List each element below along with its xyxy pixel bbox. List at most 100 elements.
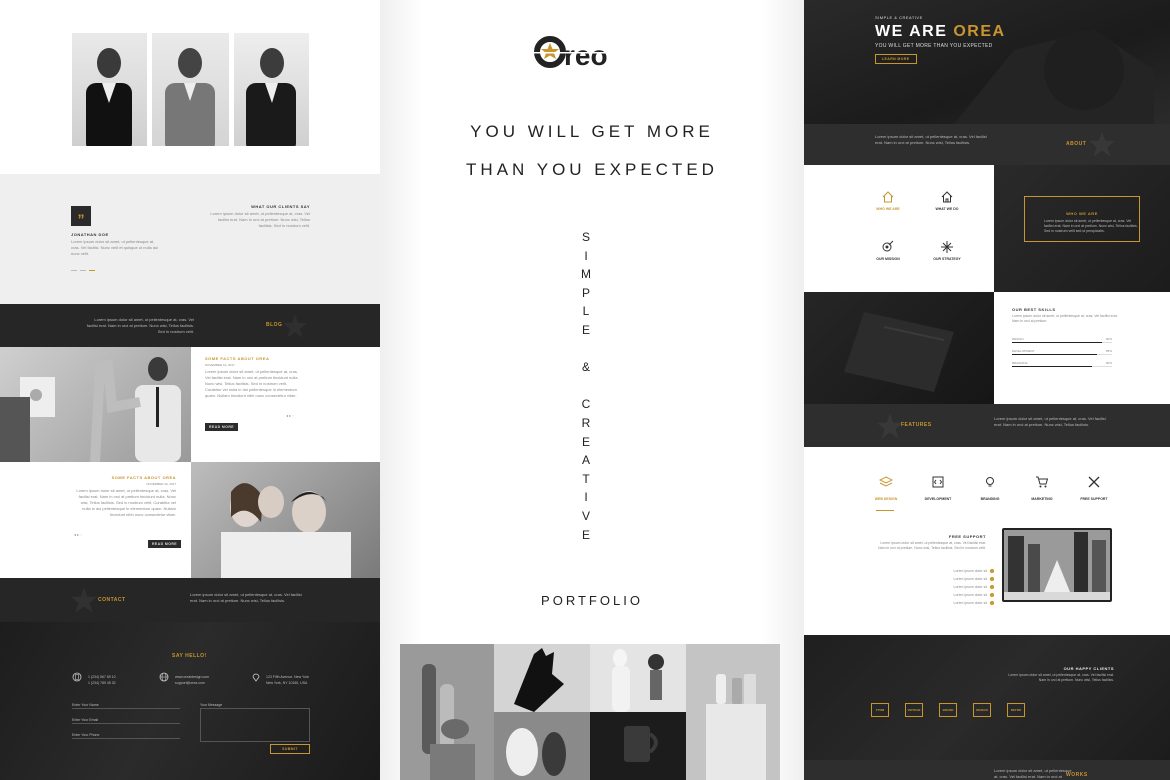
checklist-text: Lorem ipsum dolor sit: [953, 585, 987, 589]
say-hello-heading: SAY HELLO!: [172, 653, 207, 659]
checklist-text: Lorem ipsum dolor sit: [953, 593, 987, 597]
bulb-icon: [986, 477, 994, 487]
about-items: WHO WE ARE WHAT WE DO OUR MISSION OUR ST…: [804, 165, 994, 292]
slider-dot-active[interactable]: [89, 270, 95, 271]
post-date: NOVEMBER 10, 2017: [146, 482, 176, 486]
contact-form-section: SAY HELLO! 1 (234) 567 89 10 1 (234) 789…: [0, 622, 380, 780]
share-icons[interactable]: ◂ ▸ ◦: [286, 413, 294, 419]
web-contact: www.orealdesign.com support@orea.com: [175, 675, 210, 685]
testimonial-intro: Lorem ipsum dolor sit amet, ut pellentes…: [210, 211, 310, 228]
works-heading: WORKS: [1066, 772, 1088, 778]
client-logo[interactable]: FTRM: [871, 703, 889, 717]
post-excerpt: Lorem ipsum dolor sit amet, ut pellentes…: [205, 369, 299, 398]
about-item-our-strategy[interactable]: OUR STRATEGY: [923, 257, 971, 261]
portfolio-item-hand[interactable]: [494, 644, 590, 712]
blog-header-bar: Lorem ipsum dolor sit amet, ut pellentes…: [0, 304, 380, 347]
skills-text: Lorem ipsum dolor sit amet, ut pellentes…: [1012, 314, 1118, 323]
portfolio-item-bear[interactable]: [494, 712, 590, 780]
tagline-letter: E: [581, 434, 590, 449]
client-logo[interactable]: RETRO: [1007, 703, 1025, 717]
slider-dot[interactable]: [80, 270, 86, 271]
tagline-letter: R: [581, 415, 591, 430]
client-logo[interactable]: BRAND: [939, 703, 957, 717]
quote-icon: ”: [71, 206, 91, 227]
who-we-are-text: Lorem ipsum dolor sit amet, ut pellentes…: [1044, 219, 1138, 233]
read-more-button[interactable]: READ MORE: [205, 423, 238, 431]
headline-line-1: YOU WILL GET MORE: [470, 122, 714, 141]
name-input[interactable]: Enter Your Name: [72, 702, 180, 709]
target-icon: [882, 240, 894, 252]
portfolio-heading[interactable]: PORTFOLIO: [380, 593, 804, 608]
about-item-what-we-do[interactable]: WHAT WE DO: [923, 207, 971, 211]
star-icon: [941, 241, 953, 253]
contact-header-bar: CONTACT Lorem ipsum dolor sit amet, ut p…: [0, 578, 380, 622]
learn-more-button[interactable]: LEARN MORE: [875, 54, 917, 64]
logo-mark-icon: reo: [530, 36, 650, 71]
blog-photo-1: [0, 347, 191, 462]
who-we-are-title: WHO WE ARE: [1066, 211, 1098, 216]
feature-detail-title: FREE SUPPORT: [948, 534, 986, 539]
feature-tab[interactable]: WEB DESIGN: [868, 475, 904, 505]
share-icons[interactable]: ◂ ▸ ◦: [74, 532, 82, 538]
star-watermark-icon: [877, 413, 903, 439]
star-watermark-icon: [71, 587, 97, 613]
client-logo[interactable]: DESIGN: [973, 703, 991, 717]
message-textarea[interactable]: [200, 708, 310, 742]
about-intro: Lorem ipsum dolor sit amet, ut pellentes…: [875, 134, 987, 145]
client-logo[interactable]: VINTAGE: [905, 703, 923, 717]
skill-row: DESIGN 90%: [1012, 336, 1112, 346]
star-watermark-icon: [283, 314, 307, 338]
blog-heading: BLOG: [266, 322, 283, 328]
layers-icon: [878, 476, 894, 487]
about-header-bar: Lorem ipsum dolor sit amet, ut pellentes…: [804, 124, 1170, 165]
feature-tab[interactable]: BRANDING: [972, 475, 1008, 505]
feature-tab-label: MARKETING: [1031, 497, 1053, 501]
feature-tab[interactable]: DEVELOPMENT: [920, 475, 956, 505]
feature-detail-text: Lorem ipsum dolor sit amet, ut pellentes…: [878, 541, 986, 550]
post-title[interactable]: SOME FACTS ABOUT OREA: [112, 475, 176, 480]
tagline-letter: I: [584, 490, 588, 505]
skill-bar-fill: [1012, 366, 1092, 367]
skills-heading: OUR BEST SKILLS: [1012, 307, 1056, 312]
post-excerpt: Lorem ipsum dolor sit amet, ut pellentes…: [76, 488, 176, 517]
check-icon: [990, 585, 994, 590]
check-icon: [990, 601, 994, 606]
portfolio-item-vases[interactable]: [686, 644, 780, 780]
hero-title-brand: OREA: [953, 23, 1006, 40]
about-item-our-mission[interactable]: OUR MISSION: [864, 257, 912, 261]
checklist-text: Lorem ipsum dolor sit: [953, 601, 987, 605]
cart-icon: [1036, 476, 1049, 488]
portfolio-item-statue[interactable]: [590, 644, 686, 712]
portfolio-item-bottles[interactable]: [400, 644, 494, 780]
skills-photo: [804, 292, 994, 404]
submit-button[interactable]: SUBMIT: [270, 744, 310, 754]
active-tab-underline: [876, 510, 894, 511]
works-header-bar: Lorem ipsum dolor sit amet, ut pellentes…: [804, 760, 1170, 780]
brand-logo[interactable]: reo: [530, 30, 650, 75]
tagline-letter: I: [584, 248, 588, 263]
desk-background-icon: [844, 312, 954, 392]
checklist-item: Lorem ipsum dolor sit: [924, 584, 994, 590]
read-more-button[interactable]: READ MORE: [148, 540, 181, 548]
check-icon: [990, 569, 994, 574]
blog-photo-2: [191, 462, 380, 578]
tagline-letter: C: [581, 397, 591, 412]
client-name: JONATHAN DOE: [71, 232, 109, 237]
contact-intro: Lorem ipsum dolor sit amet, ut pellentes…: [190, 592, 302, 603]
skill-bar-fill: [1012, 342, 1102, 343]
tagline-letter: P: [581, 285, 590, 300]
post-date: NOVEMBER 10, 2017: [205, 363, 235, 367]
feature-tab[interactable]: FREE SUPPORT: [1076, 475, 1112, 505]
portfolio-item-mug[interactable]: [590, 712, 686, 780]
email-input[interactable]: Enter Your Email: [72, 717, 180, 724]
about-item-who-we-are[interactable]: WHO WE ARE: [864, 207, 912, 211]
feature-tab[interactable]: MARKETING: [1024, 475, 1060, 505]
blog-intro: Lorem ipsum dolor sit amet, ut pellentes…: [86, 317, 194, 334]
checklist-item: Lorem ipsum dolor sit: [924, 592, 994, 598]
center-cover: reo YOU WILL GET MORE THAN YOU EXPECTED …: [380, 0, 804, 780]
works-intro: Lorem ipsum dolor sit amet, ut pellentes…: [994, 768, 1072, 779]
post-title[interactable]: SOME FACTS ABOUT OREA: [205, 356, 269, 361]
phone-input[interactable]: Enter Your Phone: [72, 732, 180, 739]
slider-dot[interactable]: [71, 270, 77, 271]
checklist-text: Lorem ipsum dolor sit: [953, 569, 987, 573]
